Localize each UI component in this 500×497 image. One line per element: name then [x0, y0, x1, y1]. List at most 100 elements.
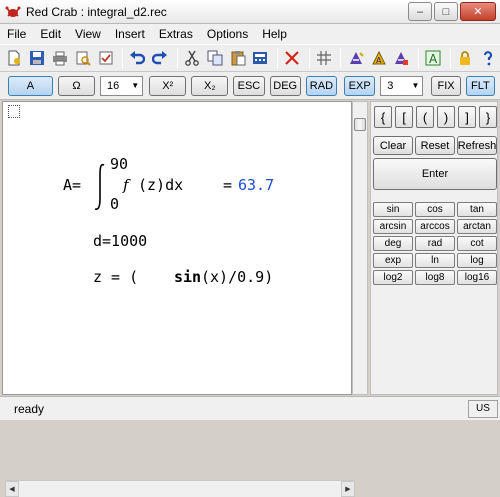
close-button[interactable]: ✕	[460, 2, 496, 21]
keypad-panel: { [ ( ) ] } Clear Reset Refresh Enter si…	[370, 101, 498, 395]
bracket-open-button[interactable]: [	[395, 106, 413, 128]
tan-button[interactable]: tan	[457, 202, 497, 217]
status-text: ready	[14, 401, 45, 416]
print-icon[interactable]	[50, 47, 71, 69]
save-icon[interactable]	[27, 47, 48, 69]
text-a-icon[interactable]: A	[423, 47, 444, 69]
esc-button[interactable]: ESC	[233, 75, 265, 96]
integral-body: (z)dx	[138, 176, 184, 194]
menu-file[interactable]: File	[0, 27, 33, 41]
status-bar: ready US	[0, 396, 500, 420]
integral-lower-bound: 0	[110, 195, 120, 213]
cursor-placeholder	[8, 105, 20, 118]
arccos-button[interactable]: arccos	[415, 219, 455, 234]
font-a-color-icon[interactable]	[391, 47, 412, 69]
latin-font-button[interactable]: A	[8, 75, 53, 96]
expression-z-rest: (x)/0.9)	[201, 268, 274, 286]
brace-open-button[interactable]: {	[374, 106, 392, 128]
horizontal-scrollbar[interactable]: ◀ ▶	[5, 480, 355, 497]
menu-edit[interactable]: Edit	[33, 27, 68, 41]
cos-button[interactable]: cos	[415, 202, 455, 217]
integral-sign	[94, 163, 105, 210]
scroll-right-icon[interactable]: ▶	[341, 481, 355, 497]
cut-icon[interactable]	[182, 47, 203, 69]
toolbar-separator	[340, 48, 342, 68]
enter-button[interactable]: Enter	[373, 158, 497, 190]
formula-editor[interactable]: A= 90 0 f (z)dx = 63.7 d=1000 z = ( sin …	[2, 101, 355, 497]
font-size-value: 16	[106, 79, 120, 92]
flt-button[interactable]: FLT	[465, 75, 496, 96]
title-bar: Red Crab : integral_d2.rec – □ ✕	[0, 0, 500, 24]
main-toolbar: A A	[0, 44, 500, 72]
log8-button[interactable]: log8	[415, 270, 455, 285]
log2-button[interactable]: log2	[373, 270, 413, 285]
log16-button[interactable]: log16	[457, 270, 497, 285]
undo-icon[interactable]	[127, 47, 148, 69]
expression-z-lhs: z = (	[93, 268, 139, 286]
vertical-scrollbar[interactable]	[352, 101, 368, 395]
paste-icon[interactable]	[227, 47, 248, 69]
minimize-button[interactable]: –	[408, 2, 432, 21]
expression-sin: sin	[174, 268, 202, 286]
red-crab-icon	[5, 6, 21, 17]
menu-help[interactable]: Help	[255, 27, 294, 41]
lock-icon[interactable]	[455, 47, 476, 69]
toolbar-separator	[176, 48, 178, 68]
rad-function-button[interactable]: rad	[415, 236, 455, 251]
menu-insert[interactable]: Insert	[108, 27, 152, 41]
exp-function-button[interactable]: exp	[373, 253, 413, 268]
ln-button[interactable]: ln	[415, 253, 455, 268]
font-size-select[interactable]: 16 ▼	[99, 75, 144, 96]
paren-close-button[interactable]: )	[437, 106, 455, 128]
integral-function: f	[123, 176, 129, 194]
print-preview-icon[interactable]	[72, 47, 93, 69]
rad-button[interactable]: RAD	[305, 75, 338, 96]
deg-function-button[interactable]: deg	[373, 236, 413, 251]
maximize-button[interactable]: □	[434, 2, 458, 21]
window-title: Red Crab : integral_d2.rec	[26, 4, 167, 19]
toolbar-separator	[417, 48, 419, 68]
integral-upper-bound: 90	[110, 155, 129, 173]
superscript-button[interactable]: X²	[149, 75, 187, 96]
bracket-close-button[interactable]: ]	[458, 106, 476, 128]
integral-lhs: A=	[63, 176, 82, 194]
menu-options[interactable]: Options	[200, 27, 255, 41]
deg-button[interactable]: DEG	[269, 75, 301, 96]
chevron-down-icon: ▼	[131, 81, 140, 90]
clear-button[interactable]: Clear	[373, 136, 413, 155]
refresh-button[interactable]: Refresh	[457, 136, 497, 155]
log-button[interactable]: log	[457, 253, 497, 268]
redo-icon[interactable]	[150, 47, 171, 69]
cot-button[interactable]: cot	[457, 236, 497, 251]
calculator-icon[interactable]	[250, 47, 271, 69]
greek-font-button[interactable]: Ω	[57, 75, 95, 96]
precision-select[interactable]: 3 ▼	[380, 75, 424, 96]
arcsin-button[interactable]: arcsin	[373, 219, 413, 234]
svg-text:A: A	[429, 52, 438, 66]
menu-view[interactable]: View	[68, 27, 108, 41]
grid-icon[interactable]	[314, 47, 335, 69]
scroll-left-icon[interactable]: ◀	[5, 481, 19, 497]
toolbar-separator	[276, 48, 278, 68]
new-file-icon[interactable]	[4, 47, 25, 69]
reset-button[interactable]: Reset	[415, 136, 455, 155]
delete-icon[interactable]	[282, 47, 303, 69]
menu-bar: File Edit View Insert Extras Options Hel…	[0, 24, 500, 44]
copy-icon[interactable]	[204, 47, 225, 69]
scrollbar-thumb[interactable]	[354, 118, 366, 131]
toolbar-separator	[121, 48, 123, 68]
svg-text:A: A	[376, 56, 382, 65]
font-a-icon[interactable]	[345, 47, 366, 69]
exp-button[interactable]: EXP	[344, 75, 376, 96]
subscript-button[interactable]: X₂	[191, 75, 229, 96]
chevron-down-icon: ▼	[411, 81, 420, 90]
brace-close-button[interactable]: }	[479, 106, 497, 128]
help-icon[interactable]	[477, 47, 498, 69]
sin-button[interactable]: sin	[373, 202, 413, 217]
font-a-size-icon[interactable]: A	[368, 47, 389, 69]
properties-icon[interactable]	[95, 47, 116, 69]
menu-extras[interactable]: Extras	[152, 27, 200, 41]
paren-open-button[interactable]: (	[416, 106, 434, 128]
arctan-button[interactable]: arctan	[457, 219, 497, 234]
fix-button[interactable]: FIX	[431, 75, 461, 96]
